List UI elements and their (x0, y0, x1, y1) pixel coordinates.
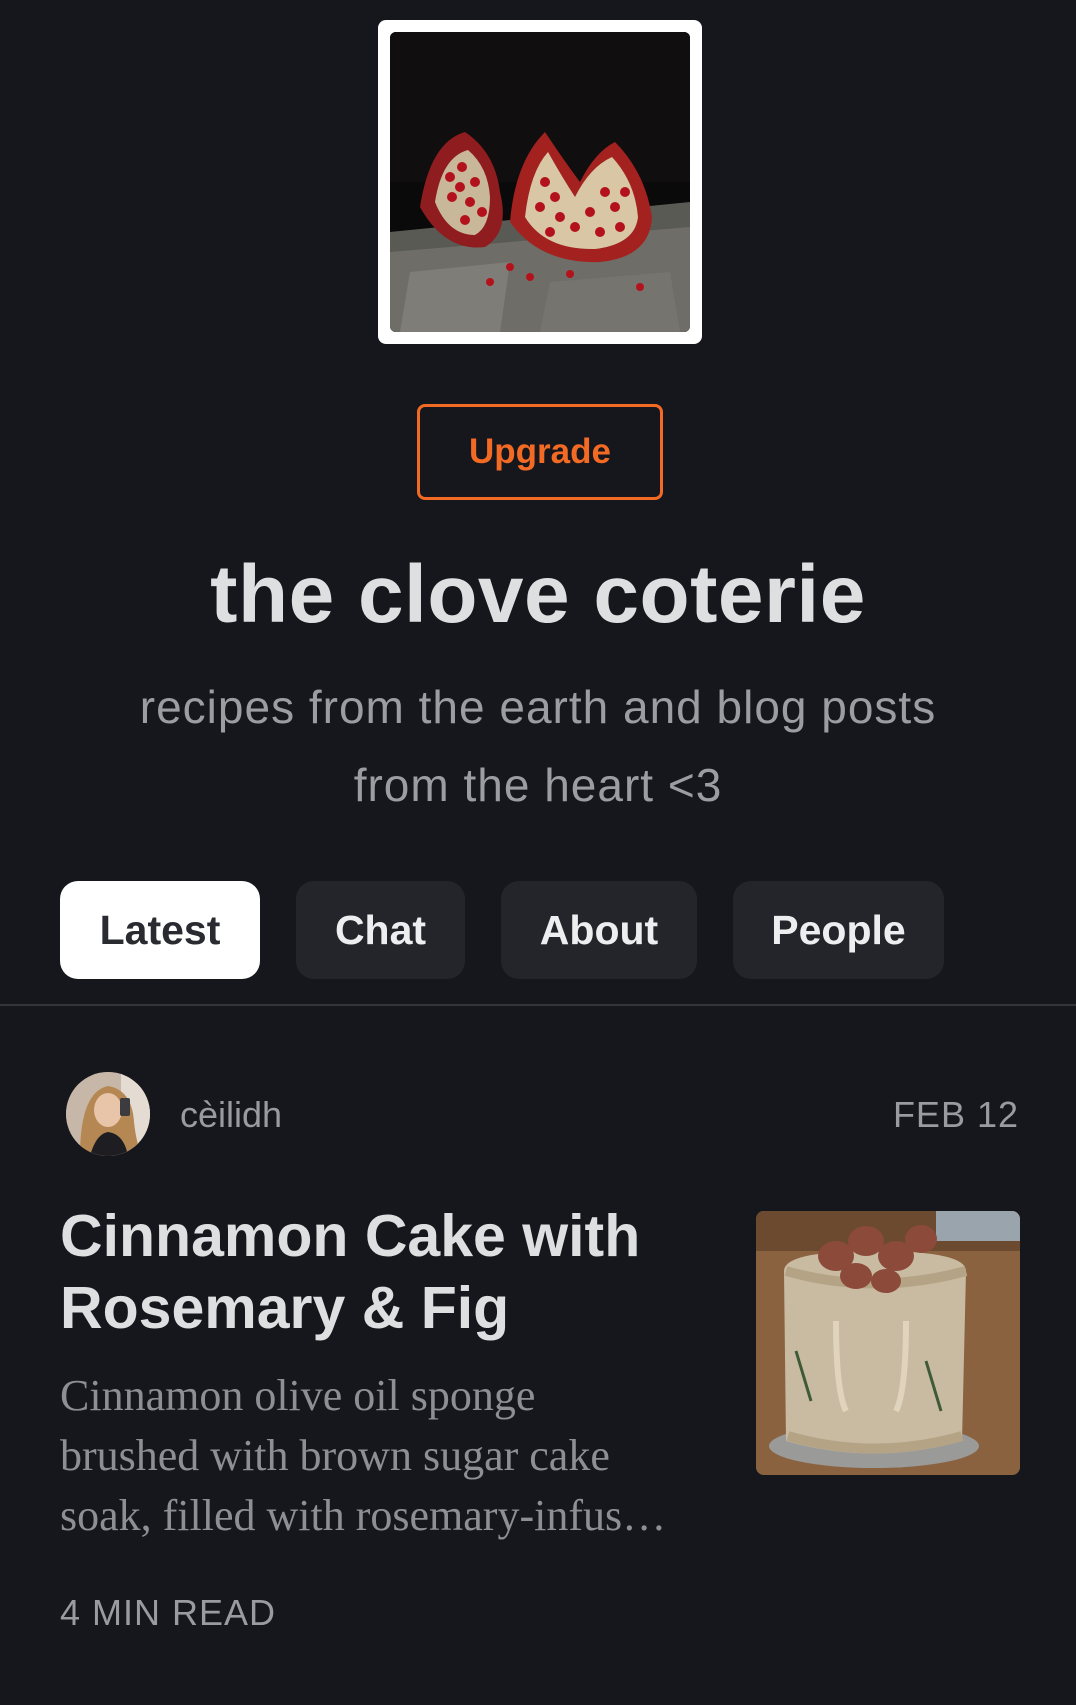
author-name[interactable]: cèilidh (180, 1094, 282, 1136)
publication-subtitle: recipes from the earth and blog posts fr… (90, 668, 986, 824)
tab-bar: Latest Chat About People (0, 881, 1076, 979)
post-meta: cèilidh FEB 12 (0, 1072, 1076, 1158)
publication-logo[interactable] (378, 20, 702, 344)
tab-people[interactable]: People (733, 881, 944, 979)
divider (0, 1004, 1076, 1006)
post-thumbnail[interactable] (756, 1211, 1020, 1475)
upgrade-button[interactable]: Upgrade (417, 404, 663, 500)
excerpt-line: brushed with brown sugar cake (60, 1431, 610, 1480)
read-time: 4 MIN READ (60, 1592, 277, 1633)
post-excerpt[interactable]: Cinnamon olive oil sponge brushed with b… (60, 1366, 725, 1546)
post-title-line: Rosemary & Fig (60, 1275, 510, 1341)
tab-chat[interactable]: Chat (296, 881, 465, 979)
excerpt-line: Cinnamon olive oil sponge (60, 1371, 536, 1420)
excerpt-line: soak, filled with rosemary-infus… (60, 1491, 667, 1540)
post-title-line: Cinnamon Cake with (60, 1203, 641, 1269)
author-avatar[interactable] (66, 1072, 150, 1156)
subtitle-line: from the heart <3 (353, 759, 723, 811)
tab-about[interactable]: About (501, 881, 697, 979)
subtitle-line: recipes from the earth and blog posts (139, 681, 937, 733)
post-title[interactable]: Cinnamon Cake with Rosemary & Fig (60, 1200, 710, 1344)
tab-latest[interactable]: Latest (60, 881, 260, 979)
post-date: FEB 12 (892, 1094, 1019, 1135)
publication-title: the clove coterie (210, 549, 866, 640)
pomegranate-logo-icon (390, 32, 690, 332)
